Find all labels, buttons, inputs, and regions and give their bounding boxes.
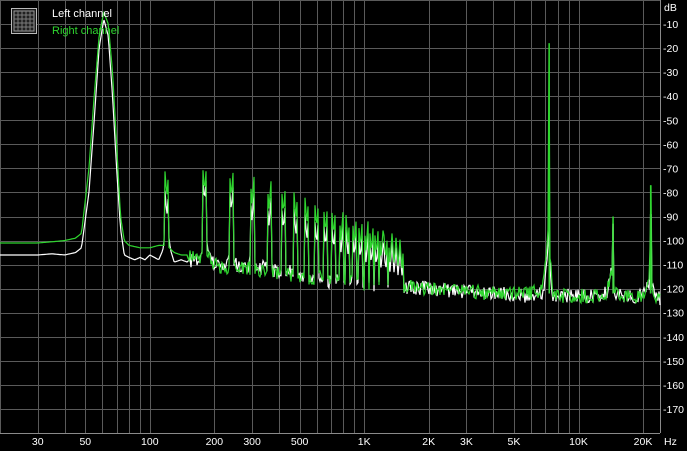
legend-left-channel: Left channel	[52, 8, 112, 20]
y-tick-label: -30	[663, 67, 678, 79]
spectrum-chart: -10 -20 -30 -40 -50 -60 -70 -80 -90 -100 -110 -120 -…	[0, 0, 687, 451]
y-tick-label: -40	[663, 91, 678, 103]
x-tick-label: 300	[243, 436, 261, 448]
legend: Left channel Right channel	[8, 5, 148, 39]
y-tick-label: -70	[663, 163, 678, 175]
y-tick-label: -120	[663, 284, 684, 296]
legend-grid-icon	[11, 8, 37, 34]
y-unit-label: dB	[664, 2, 677, 14]
x-unit-label: Hz	[664, 436, 677, 448]
x-tick-label: 200	[206, 436, 224, 448]
y-tick-label: -80	[663, 187, 678, 199]
y-tick-label: -150	[663, 356, 684, 368]
y-tick-label: -110	[663, 260, 683, 272]
y-tick-label: -20	[663, 43, 678, 55]
y-tick-label: -160	[663, 380, 684, 392]
x-tick-label: 1K	[358, 436, 371, 448]
y-tick-label: -10	[663, 19, 678, 31]
x-tick-label: 30	[32, 436, 44, 448]
x-tick-label: 100	[141, 436, 159, 448]
x-tick-label: 10K	[569, 436, 588, 448]
x-tick-label: 500	[291, 436, 309, 448]
legend-right-channel: Right channel	[52, 25, 120, 37]
y-tick-label: -90	[663, 212, 678, 224]
x-tick-label: 50	[79, 436, 91, 448]
x-tick-label: 2K	[422, 436, 435, 448]
x-tick-label: 5K	[508, 436, 521, 448]
y-tick-label: -50	[663, 115, 678, 127]
y-tick-label: -60	[663, 139, 678, 151]
y-tick-label: -100	[663, 236, 684, 248]
x-tick-label: 20K	[634, 436, 653, 448]
y-tick-label: -170	[663, 404, 684, 416]
y-tick-label: -140	[663, 332, 684, 344]
y-tick-label: -130	[663, 308, 684, 320]
x-tick-label: 3K	[460, 436, 473, 448]
